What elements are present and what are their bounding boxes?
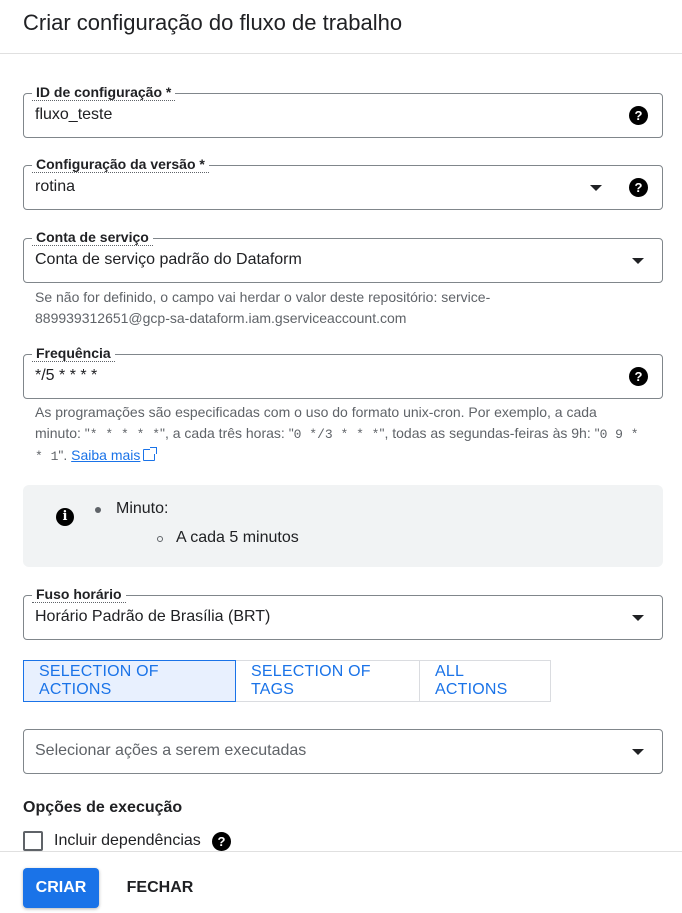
service-account-value: Conta de serviço padrão do Dataform (35, 251, 302, 268)
version-config-value: rotina (35, 178, 76, 195)
service-account-hint-line1: Se não for definido, o campo vai herdar … (35, 289, 491, 305)
config-id-field[interactable]: ID de configuração * fluxo_teste ? (23, 84, 663, 138)
config-id-label: ID de configuração * (32, 84, 176, 101)
open-in-new-icon[interactable] (143, 447, 158, 461)
dialog-footer: CRIAR FECHAR (0, 851, 682, 913)
frequency-hint: As programações são especificadas com o … (35, 402, 645, 467)
help-circle-icon[interactable]: ? (629, 106, 648, 125)
version-config-select[interactable]: Configuração da versão * rotina ? (23, 156, 663, 210)
tab-all-actions[interactable]: ALL ACTIONS (420, 660, 551, 702)
frequency-field[interactable]: Frequência */5 * * * * ? (23, 345, 663, 399)
schedule-info-subitem: A cada 5 minutos (157, 529, 299, 546)
service-account-hint-line2: 889939312651@gcp-sa-dataform.iam.gservic… (35, 310, 407, 326)
help-circle-icon[interactable]: ? (629, 178, 648, 197)
caret-down-icon[interactable] (632, 749, 644, 755)
help-circle-icon[interactable]: ? (629, 367, 648, 386)
help-circle-icon[interactable]: ? (212, 832, 231, 851)
include-dependencies-checkbox[interactable] (23, 831, 43, 851)
include-dependencies-label[interactable]: Incluir dependências (54, 832, 201, 850)
learn-more-link[interactable]: Saiba mais (71, 447, 140, 463)
timezone-value: Horário Padrão de Brasília (BRT) (35, 608, 271, 625)
dialog-header: Criar configuração do fluxo de trabalho (0, 0, 682, 54)
timezone-select[interactable]: Fuso horário Horário Padrão de Brasília … (23, 586, 663, 640)
caret-down-icon[interactable] (632, 258, 644, 264)
create-button[interactable]: CRIAR (23, 868, 99, 908)
timezone-label: Fuso horário (32, 586, 126, 603)
service-account-select[interactable]: Conta de serviço Conta de serviço padrão… (23, 229, 663, 283)
hint-text: ", todas as segundas-feiras às 9h: " (379, 425, 600, 441)
hint-text: ", a cada três horas: " (160, 425, 294, 441)
service-account-label: Conta de serviço (32, 229, 153, 246)
config-id-value[interactable]: fluxo_teste (35, 106, 112, 124)
tab-selection-of-tags[interactable]: SELECTION OF TAGS (236, 660, 420, 702)
hint-text: ". (58, 447, 72, 463)
info-icon: i (56, 508, 74, 526)
schedule-info-box: i Minuto: A cada 5 minutos (23, 485, 663, 567)
version-config-label: Configuração da versão * (32, 156, 209, 173)
hint-code: 0 */3 * * * (293, 427, 380, 442)
frequency-value[interactable]: */5 * * * * (35, 367, 97, 385)
actions-select-placeholder: Selecionar ações a serem executadas (35, 742, 307, 759)
hint-code: * * * * * (89, 427, 160, 442)
actions-select[interactable]: Selecionar ações a serem executadas (23, 729, 663, 774)
close-button[interactable]: FECHAR (115, 868, 205, 908)
dialog-title: Criar configuração do fluxo de trabalho (23, 10, 403, 35)
frequency-label: Frequência (32, 345, 115, 362)
execution-options-title: Opções de execução (23, 799, 183, 816)
caret-down-icon[interactable] (632, 615, 644, 621)
service-account-hint: Se não for definido, o campo vai herdar … (35, 287, 645, 329)
tab-selection-of-actions[interactable]: SELECTION OF ACTIONS (23, 660, 236, 702)
schedule-info-item: Minuto: (94, 500, 169, 517)
caret-down-icon[interactable] (590, 185, 602, 191)
action-selection-tabs: SELECTION OF ACTIONS SELECTION OF TAGS A… (23, 660, 551, 702)
